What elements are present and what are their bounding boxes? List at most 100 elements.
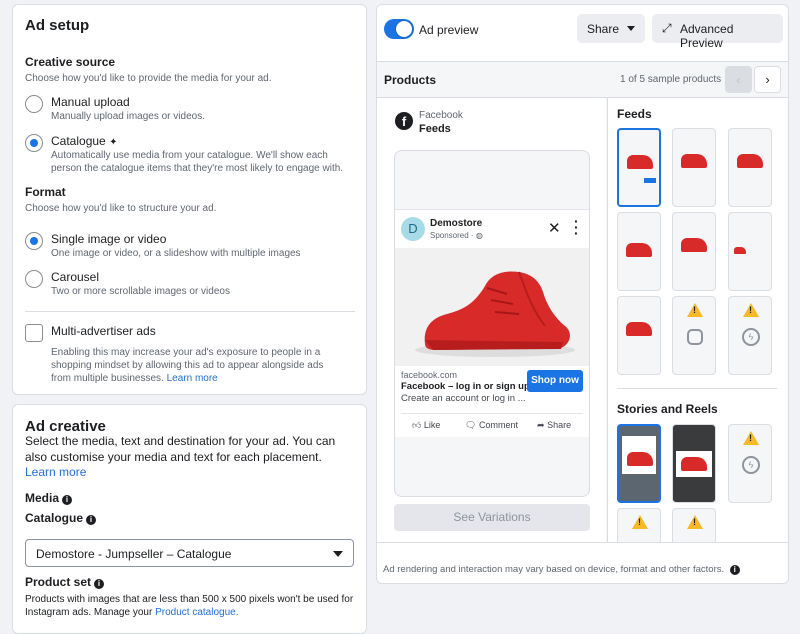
multi-advertiser-label: Multi-advertiser ads <box>51 324 156 338</box>
product-set-desc: Products with images that are less than … <box>25 594 354 618</box>
globe-icon: ◍ <box>475 231 483 240</box>
sneaker-image <box>415 271 575 357</box>
warning-icon <box>743 431 759 445</box>
post-headline: Facebook – log in or sign up <box>401 381 530 392</box>
story-thumb[interactable] <box>617 508 661 542</box>
avatar: D <box>401 217 425 241</box>
thumbs-up-icon: 👍︎ <box>412 420 422 430</box>
sneaker-thumb <box>627 155 653 169</box>
placement-thumb[interactable] <box>728 128 772 207</box>
option-carousel[interactable]: Carousel Two or more scrollable images o… <box>25 270 345 300</box>
share-post-button[interactable]: ➦ Share <box>537 420 571 431</box>
option-catalogue[interactable]: Catalogue ✦ Automatically use media from… <box>25 134 345 178</box>
close-icon[interactable]: ✕ <box>548 219 561 237</box>
single-image-label: Single image or video <box>51 232 167 246</box>
sneaker-thumb <box>681 238 707 252</box>
mini-cta <box>644 178 656 183</box>
multi-advertiser-checkbox[interactable] <box>25 324 43 342</box>
ad-preview-label: Ad preview <box>419 23 479 37</box>
placement-thumb[interactable] <box>672 212 716 291</box>
stories-reels-title: Stories and Reels <box>617 402 718 416</box>
footer-note: Ad rendering and interaction may vary ba… <box>383 564 740 575</box>
ad-creative-desc: Select the media, text and destination f… <box>25 434 336 479</box>
shop-now-button[interactable]: Shop now <box>527 370 583 392</box>
story-thumb[interactable] <box>672 424 716 503</box>
media-label: Media i <box>25 491 73 505</box>
option-single-image[interactable]: Single image or video One image or video… <box>25 232 345 262</box>
warning-icon <box>687 303 703 317</box>
carousel-radio[interactable] <box>25 270 43 288</box>
story-thumb-messenger[interactable]: ϟ <box>728 424 772 503</box>
sneaker-thumb <box>626 243 652 257</box>
sneaker-thumb <box>627 452 653 466</box>
messenger-icon: ϟ <box>742 456 760 474</box>
warning-icon <box>687 515 703 529</box>
feeds-title: Feeds <box>617 107 652 121</box>
ad-creative-learn-more[interactable]: Learn more <box>25 465 86 479</box>
sparkle-icon: ✦ <box>109 137 118 148</box>
post-description: Create an account or log in ... <box>401 393 526 404</box>
post-domain: facebook.com <box>401 370 458 380</box>
instagram-icon <box>687 329 703 345</box>
info-icon[interactable]: i <box>729 565 740 575</box>
more-options-icon[interactable]: · · · <box>574 214 579 240</box>
catalogue-radio[interactable] <box>25 134 43 152</box>
single-image-desc: One image or video, or a slideshow with … <box>51 248 301 259</box>
option-multi-advertiser[interactable]: Multi-advertiser ads Enabling this may i… <box>25 324 345 384</box>
products-header: Products 1 of 5 sample products ‹ › <box>377 62 788 98</box>
sneaker-thumb <box>626 322 652 336</box>
carousel-desc: Two or more scrollable images or videos <box>51 286 230 297</box>
caret-down-icon <box>627 26 635 31</box>
catalogue-select[interactable]: Demostore - Jumpseller – Catalogue <box>25 539 354 567</box>
post-divider <box>401 413 583 414</box>
placement-thumb[interactable] <box>617 296 661 375</box>
product-catalogue-link[interactable]: Product catalogue. <box>155 607 238 618</box>
placement-thumb[interactable] <box>672 128 716 207</box>
story-thumb[interactable] <box>617 424 661 503</box>
story-thumb[interactable] <box>672 508 716 542</box>
facebook-icon: f <box>395 112 413 130</box>
messenger-icon: ϟ <box>742 328 760 346</box>
warning-icon <box>632 515 648 529</box>
placement-thumb[interactable] <box>617 212 661 291</box>
products-label: Products <box>384 73 437 87</box>
ad-setup-title: Ad setup <box>25 17 90 34</box>
share-arrow-icon: ➦ <box>537 420 545 430</box>
catalogue-label: Catalogue ✦ <box>51 134 118 148</box>
multi-advertiser-learn-more[interactable]: Learn more <box>167 373 218 384</box>
option-manual-upload[interactable]: Manual upload Manually upload images or … <box>25 95 345 125</box>
multi-advertiser-desc: Enabling this may increase your ad's exp… <box>51 347 324 384</box>
like-button[interactable]: 👍︎ Like <box>412 420 440 431</box>
info-icon[interactable]: i <box>94 579 105 589</box>
share-button[interactable]: Share <box>577 14 645 43</box>
comment-button[interactable]: 🗨︎ Comment <box>465 420 518 431</box>
next-product-button[interactable]: › <box>754 66 781 93</box>
sneaker-thumb <box>681 457 707 471</box>
catalogue-field-label: Catalogue i <box>25 511 97 525</box>
ad-preview-toggle[interactable] <box>384 19 414 39</box>
divider <box>25 311 355 312</box>
creative-source-title: Creative source <box>25 55 116 69</box>
placement-thumb[interactable] <box>728 212 772 291</box>
placement-thumb[interactable] <box>617 128 661 207</box>
manual-upload-radio[interactable] <box>25 95 43 113</box>
format-desc: Choose how you'd like to structure your … <box>25 203 217 214</box>
sneaker-thumb <box>681 154 707 168</box>
placement-thumb-messenger[interactable]: ϟ <box>728 296 772 375</box>
caret-down-icon <box>333 551 343 557</box>
placement-thumb-instagram[interactable] <box>672 296 716 375</box>
sneaker-thumb <box>737 154 763 168</box>
carousel-label: Carousel <box>51 270 100 284</box>
advanced-preview-button[interactable]: ⤢ Advanced Preview <box>652 14 783 50</box>
catalogue-select-value: Demostore - Jumpseller – Catalogue <box>36 547 232 561</box>
info-icon[interactable]: i <box>86 515 97 525</box>
format-title: Format <box>25 185 66 199</box>
see-variations-button[interactable]: See Variations <box>394 504 590 531</box>
comment-icon: 🗨︎ <box>465 420 477 430</box>
sponsored-label: Sponsored · ◍ <box>430 231 483 240</box>
info-icon[interactable]: i <box>62 495 73 505</box>
prev-product-button[interactable]: ‹ <box>725 66 752 93</box>
manual-upload-label: Manual upload <box>51 95 130 109</box>
post-card: D Demostore Sponsored · ◍ ✕ · · · facebook… <box>395 209 589 437</box>
single-image-radio[interactable] <box>25 232 43 250</box>
